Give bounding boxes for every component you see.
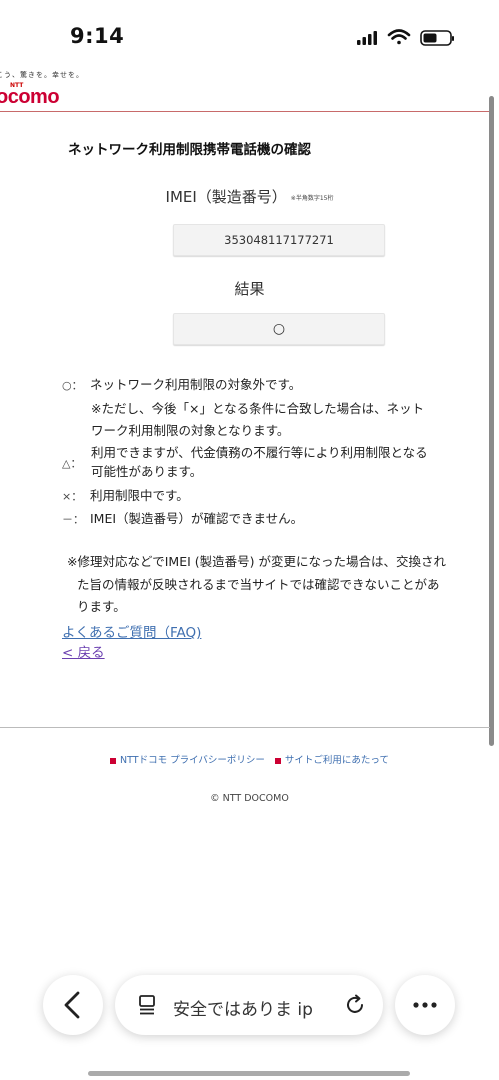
legend-text: ネットワーク利用制限の対象外です。 xyxy=(90,377,302,392)
privacy-policy-label: NTTドコモ プライバシーポリシー xyxy=(120,755,265,766)
legend-item-restricted: ×： 利用制限中です。 xyxy=(62,485,189,504)
back-link[interactable]: < 戻る xyxy=(62,641,105,661)
legend-note-line: ワーク利用制限の対象となります。 xyxy=(91,423,290,438)
legend-item-triangle: △： xyxy=(62,450,90,470)
footnote-line: ※修理対応などでIMEI (製造番号) が変更になった場合は、交換され xyxy=(67,554,446,569)
result-label: 結果 xyxy=(234,280,265,298)
chevron-left-icon xyxy=(64,991,80,1019)
imei-label: IMEI（製造番号） ※半角数字15桁 xyxy=(0,186,499,207)
privacy-policy-link[interactable]: NTTドコモ プライバシーポリシー xyxy=(110,755,265,766)
header-divider xyxy=(0,111,490,112)
site-terms-label: サイトご利用にあたって xyxy=(284,755,389,766)
legend-symbol: △： xyxy=(62,457,82,470)
address-bar[interactable]: 安全ではありま ip xyxy=(115,975,383,1035)
imei-label-text: IMEI（製造番号） xyxy=(165,188,287,206)
wifi-icon xyxy=(387,29,411,45)
bullet-icon xyxy=(274,757,281,764)
battery-icon xyxy=(420,30,454,46)
footer-links: NTTドコモ プライバシーポリシー サイトご利用にあたって xyxy=(0,752,499,766)
legend-symbol: －： xyxy=(62,513,84,526)
legend-note-line: ※ただし、今後「×」となる条件に合致した場合は、ネット xyxy=(91,401,425,416)
legend-text: IMEI（製造番号）が確認できません。 xyxy=(90,511,304,526)
faq-link[interactable]: よくあるご質問（FAQ) xyxy=(62,621,201,641)
footer-divider xyxy=(0,727,490,728)
imei-note: ※半角数字15桁 xyxy=(290,195,334,202)
ellipsis-icon xyxy=(413,1002,437,1008)
logo-tagline: こう、驚きを。幸せを。 xyxy=(0,71,84,79)
logo-wordmark: ocomo xyxy=(0,86,60,108)
docomo-logo[interactable]: こう、驚きを。幸せを。 NTT ocomo xyxy=(0,70,84,108)
browser-back-button[interactable] xyxy=(43,975,103,1035)
legend-item-ok: ○： ネットワーク利用制限の対象外です。 xyxy=(62,374,301,393)
legend-text: 利用できますが、代金債務の不履行等により利用制限となる xyxy=(91,445,428,460)
cellular-signal-icon xyxy=(357,31,377,45)
legend-text: 利用制限中です。 xyxy=(90,488,189,503)
browser-toolbar: 安全ではありま ip xyxy=(0,960,499,1080)
footnote-line: ります。 xyxy=(77,599,126,614)
result-value-field: ○ xyxy=(173,313,385,345)
page-title: ネットワーク利用制限携帯電話機の確認 xyxy=(68,142,311,158)
site-terms-link[interactable]: サイトご利用にあたって xyxy=(274,755,389,766)
footnote-line: た旨の情報が反映されるまで当サイトでは確認できないことがあ xyxy=(77,577,440,592)
legend-symbol: ○： xyxy=(62,379,83,392)
home-indicator[interactable] xyxy=(88,1071,410,1076)
status-bar: 9:14 xyxy=(0,0,499,70)
reload-icon xyxy=(347,994,363,1013)
legend-item-unknown: －： IMEI（製造番号）が確認できません。 xyxy=(62,508,303,527)
bullet-icon xyxy=(110,757,117,764)
legend-text: 可能性があります。 xyxy=(91,464,203,479)
address-bar-text: 安全ではありま ip xyxy=(173,1000,313,1020)
more-options-button[interactable] xyxy=(395,975,455,1035)
copyright: © NTT DOCOMO xyxy=(210,793,289,804)
page-menu-icon xyxy=(139,995,155,1015)
status-time: 9:14 xyxy=(70,24,125,48)
imei-value-field: 353048117177271 xyxy=(173,224,385,256)
legend-symbol: ×： xyxy=(62,490,83,503)
status-icons xyxy=(355,27,455,49)
